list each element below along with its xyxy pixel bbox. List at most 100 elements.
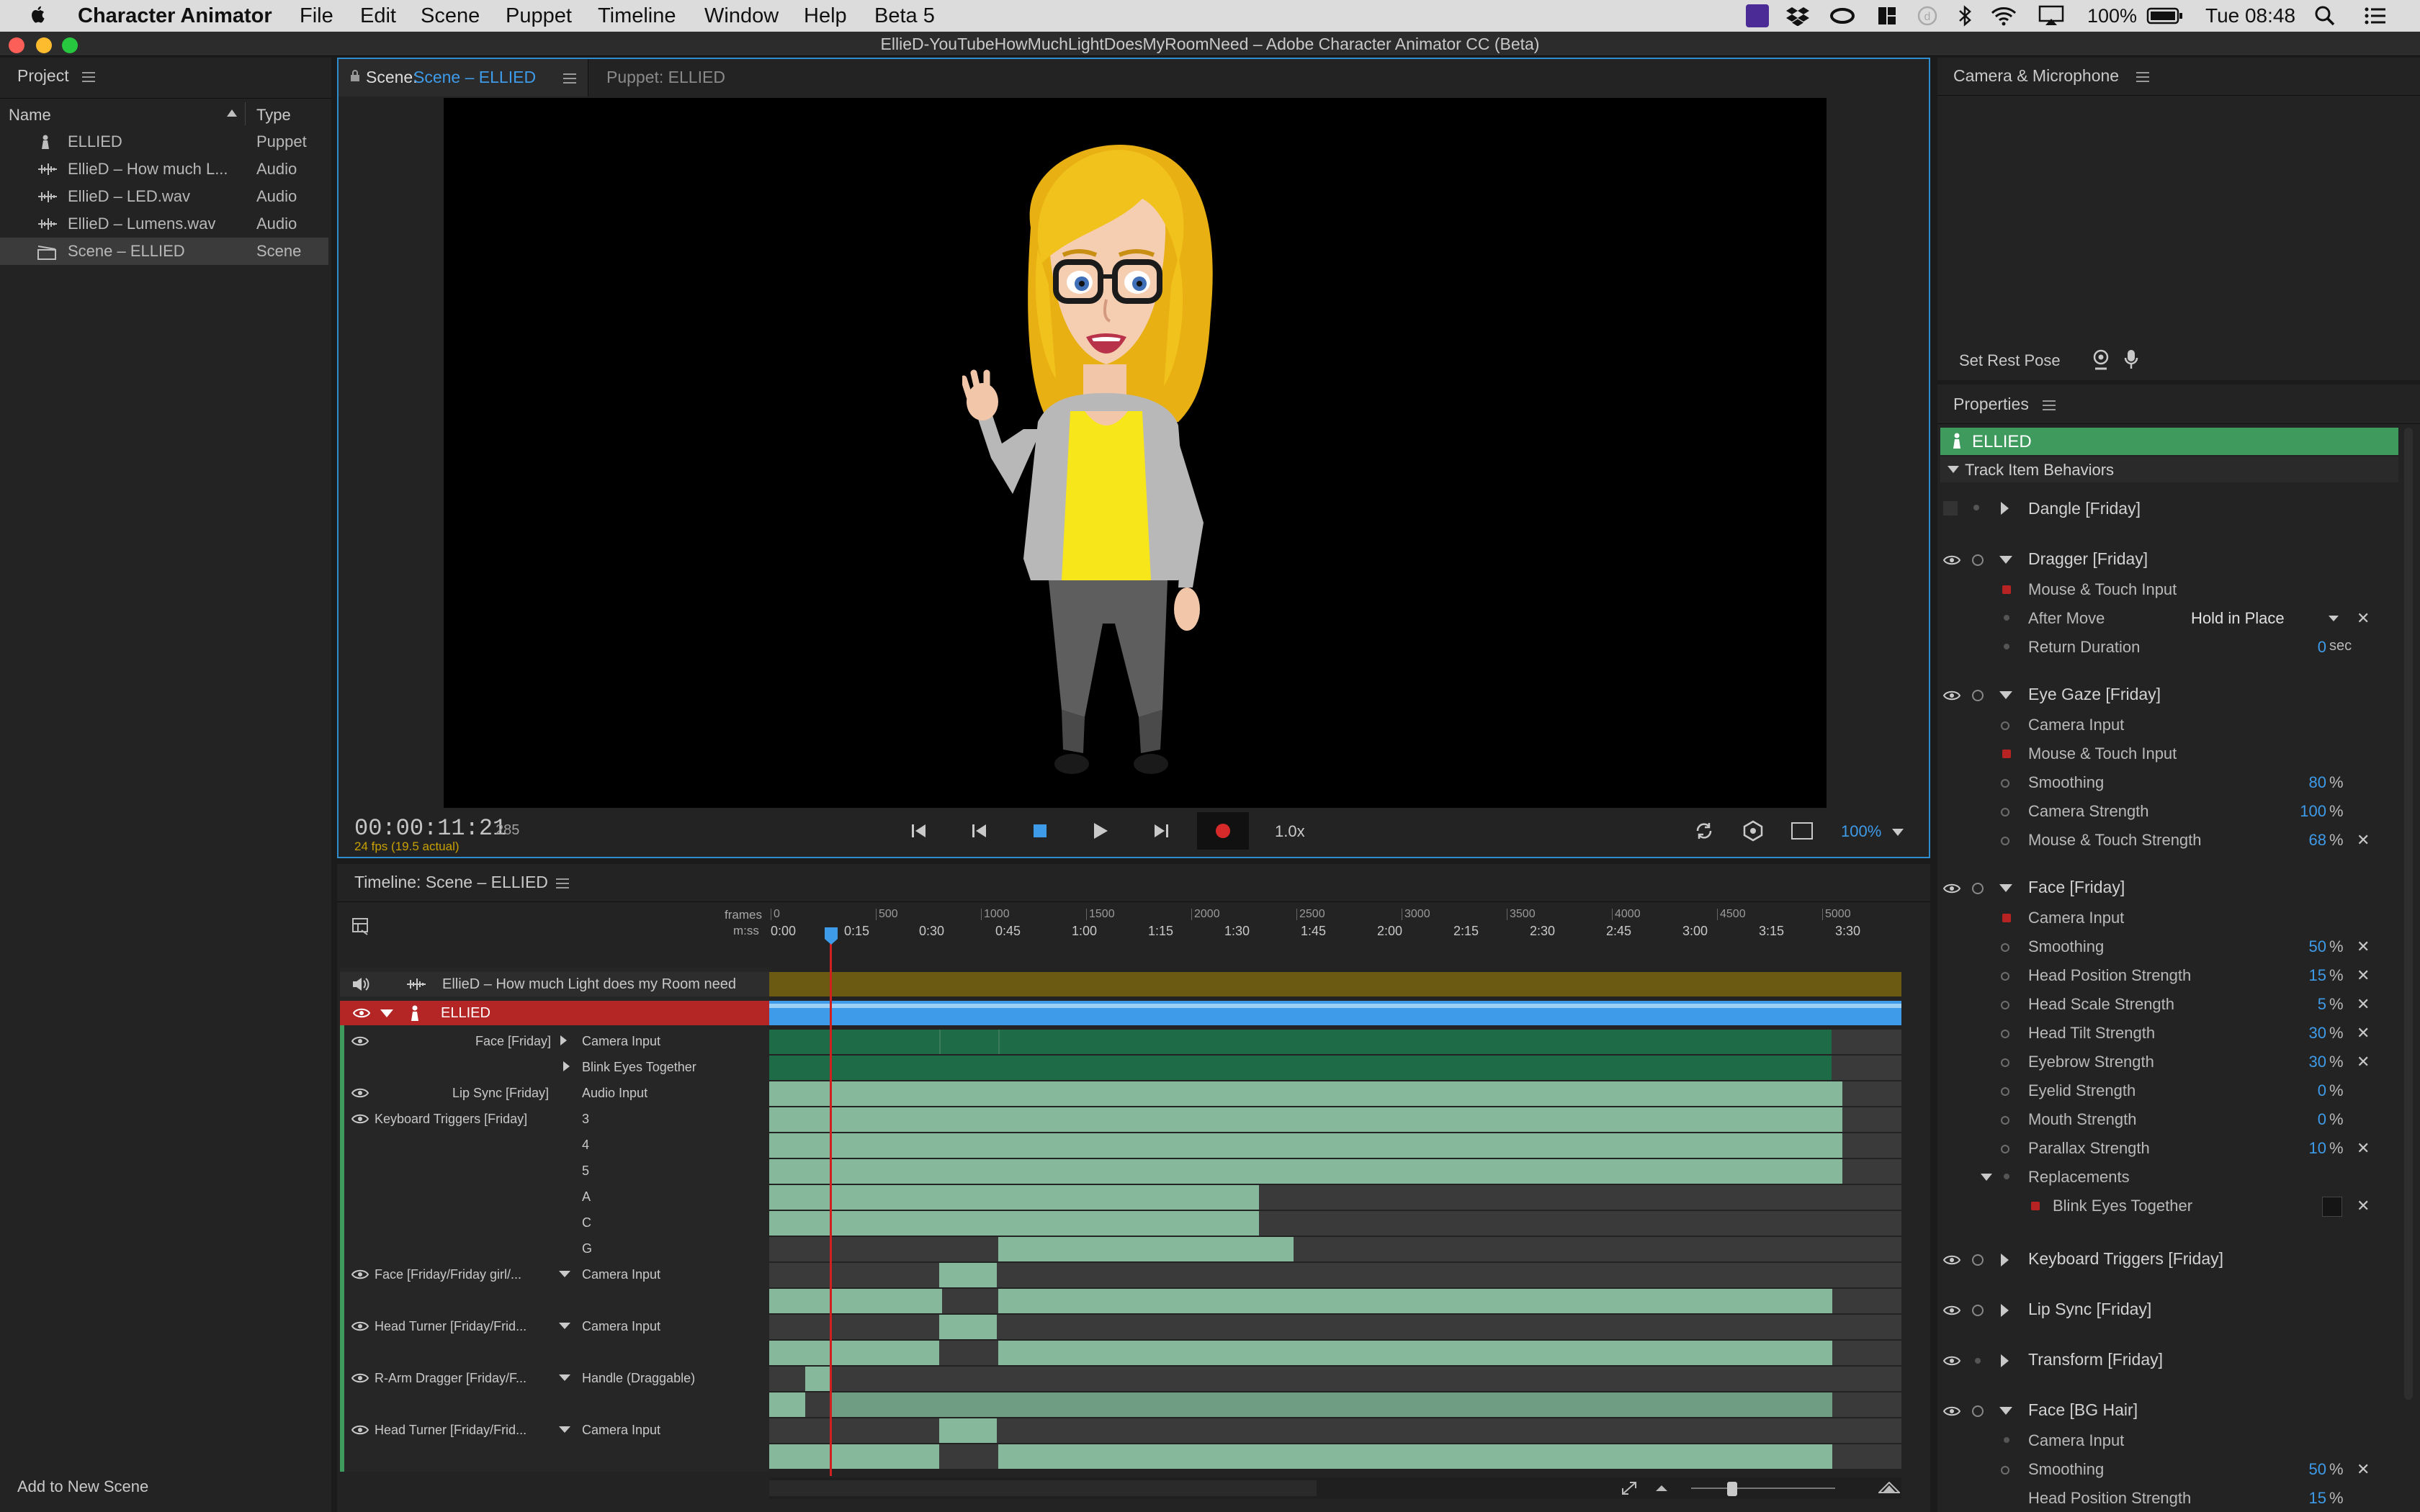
behavior-take-track[interactable] (769, 1392, 1901, 1417)
playhead-handle[interactable] (823, 926, 839, 946)
take-clip[interactable] (939, 1418, 997, 1443)
return-duration-value[interactable]: 0 (2305, 638, 2326, 657)
behavior-take-track[interactable] (769, 1341, 1901, 1365)
behavior-label[interactable]: Face [Friday/Friday girl/... (375, 1267, 521, 1282)
menu-scene[interactable]: Scene (421, 0, 480, 32)
behavior-track[interactable] (769, 1211, 1901, 1236)
param-value[interactable]: 30 (2276, 1053, 2326, 1071)
collapse-triangle-icon[interactable] (1948, 466, 1959, 473)
take-clip[interactable] (830, 1392, 1832, 1417)
reset-x-button[interactable]: ✕ (2357, 609, 2370, 628)
puppet-clip[interactable] (769, 1001, 1901, 1025)
dropbox-icon[interactable] (1783, 4, 1812, 27)
render-quality-icon[interactable] (1739, 815, 1767, 847)
fit-timeline-icon[interactable] (1621, 1480, 1638, 1496)
take-clip[interactable] (939, 1315, 997, 1339)
visibility-eye-icon[interactable] (351, 1372, 369, 1384)
sort-ascending-icon[interactable] (226, 109, 238, 117)
audio-clip[interactable] (769, 972, 1901, 996)
behavior-dangle[interactable]: Dangle [Friday] (2028, 499, 2141, 518)
zoom-level[interactable]: 100% (1841, 822, 1881, 841)
apple-icon[interactable] (27, 0, 48, 32)
timeline-scroll-thumb[interactable] (769, 1480, 1317, 1496)
take-clip[interactable] (769, 1056, 1832, 1080)
properties-scrollbar[interactable] (2404, 428, 2413, 1400)
disk-icon[interactable]: d (1914, 4, 1940, 27)
close-window-button[interactable] (9, 37, 24, 53)
set-rest-pose-button[interactable]: Set Rest Pose (1959, 351, 2061, 370)
playhead-line[interactable] (830, 929, 832, 1476)
param-value[interactable]: 50 (2276, 937, 2326, 956)
behavior-face[interactable]: Face [Friday] (2028, 878, 2125, 897)
record-button[interactable] (1197, 812, 1249, 850)
minimize-window-button[interactable] (36, 37, 52, 53)
expand-triangle-icon[interactable] (2001, 502, 2009, 515)
behavior-label[interactable]: Head Turner [Friday/Frid... (375, 1319, 526, 1334)
visibility-eye-icon[interactable] (351, 1269, 369, 1280)
after-move-select[interactable]: Hold in Place (2191, 609, 2285, 628)
dropdown-triangle-icon[interactable] (559, 1323, 570, 1329)
visibility-eye-icon[interactable] (351, 1320, 369, 1332)
collapse-triangle-icon[interactable] (1999, 884, 2012, 892)
behavior-track[interactable] (769, 1185, 1901, 1210)
stop-button[interactable] (1026, 815, 1054, 847)
take-clip[interactable] (769, 1159, 1842, 1184)
project-item-audio[interactable]: EllieD – Lumens.wav Audio (0, 210, 328, 238)
behavior-track[interactable] (769, 1237, 1901, 1261)
behavior-take-track[interactable] (769, 1289, 1901, 1313)
solo-toggle[interactable] (1972, 883, 1984, 894)
visibility-eye-icon[interactable] (1943, 1405, 1960, 1417)
project-item-puppet[interactable]: ELLIED Puppet (0, 128, 328, 156)
take-clip[interactable] (769, 1133, 1842, 1158)
solo-toggle[interactable] (1972, 1305, 1984, 1316)
reset-x-button[interactable]: ✕ (2357, 937, 2370, 956)
take-clip[interactable] (998, 1289, 1832, 1313)
param-value[interactable]: 15 (2276, 966, 2326, 985)
behavior-keyboard-triggers[interactable]: Keyboard Triggers [Friday] (2028, 1249, 2223, 1269)
project-panel-menu-icon[interactable] (82, 72, 95, 82)
audio-track-header[interactable]: EllieD – How much Light does my Room nee… (340, 972, 769, 996)
zoom-slider-track[interactable] (1691, 1488, 1835, 1489)
microphone-toggle-icon[interactable] (2123, 348, 2139, 370)
behavior-track[interactable] (769, 1107, 1901, 1132)
behavior-eye-gaze[interactable]: Eye Gaze [Friday] (2028, 685, 2161, 704)
speaker-icon[interactable] (351, 976, 370, 992)
timecode[interactable]: 00:00:11:21 (354, 815, 506, 842)
dropdown-triangle-icon[interactable] (559, 1271, 570, 1277)
dropdown-triangle-icon[interactable] (559, 1426, 570, 1433)
behavior-transform[interactable]: Transform [Friday] (2028, 1350, 2163, 1369)
loop-icon[interactable] (1690, 815, 1718, 847)
solo-toggle[interactable] (1972, 1254, 1984, 1266)
behavior-track[interactable] (769, 1315, 1901, 1339)
menu-edit[interactable]: Edit (360, 0, 396, 32)
reset-x-button[interactable]: ✕ (2357, 1197, 2370, 1215)
app-menu[interactable]: Character Animator (78, 0, 272, 32)
behavior-label[interactable]: R-Arm Dragger [Friday/F... (375, 1371, 526, 1386)
timeline-panel-menu-icon[interactable] (556, 878, 569, 888)
param-value[interactable]: 30 (2276, 1024, 2326, 1043)
menu-puppet[interactable]: Puppet (506, 0, 572, 32)
zoom-slider-thumb[interactable] (1727, 1482, 1737, 1496)
param-value[interactable]: 80 (2276, 773, 2326, 792)
take-clip[interactable] (998, 1237, 1294, 1261)
go-to-start-button[interactable] (905, 815, 933, 847)
battery-icon[interactable] (2145, 4, 2185, 27)
behavior-label[interactable]: Face [Friday] (475, 1034, 551, 1049)
take-clip[interactable] (769, 1392, 805, 1417)
behavior-label[interactable]: Keyboard Triggers [Friday] (375, 1112, 527, 1127)
behavior-track[interactable] (769, 1133, 1901, 1158)
behavior-track[interactable] (769, 1159, 1901, 1184)
toggle-frame-icon[interactable] (1788, 815, 1816, 847)
menu-window[interactable]: Window (704, 0, 779, 32)
take-clip[interactable] (769, 1185, 1259, 1210)
expand-triangle-icon[interactable] (2001, 1354, 2009, 1367)
scene-tab-menu-icon[interactable] (563, 73, 576, 84)
param-value[interactable]: 15 (2276, 1489, 2326, 1508)
project-item-audio[interactable]: EllieD – How much L... Audio (0, 156, 328, 183)
param-value[interactable]: 50 (2276, 1460, 2326, 1479)
arm-indicator[interactable] (2031, 1202, 2040, 1210)
add-to-new-scene-button[interactable]: Add to New Scene (17, 1477, 148, 1496)
clock[interactable]: Tue 08:48 (2205, 0, 2295, 32)
play-button[interactable] (1086, 815, 1115, 847)
visibility-eye-icon[interactable] (1943, 1254, 1960, 1266)
